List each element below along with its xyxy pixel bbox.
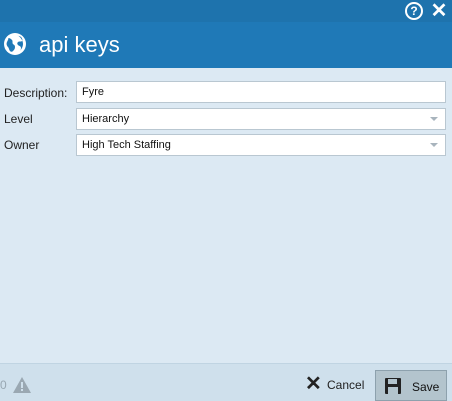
- form-area: Description: Level Hierarchy Owner High …: [0, 68, 452, 363]
- warning-triangle-icon[interactable]: [12, 376, 32, 394]
- description-label: Description:: [4, 86, 68, 100]
- level-select[interactable]: Hierarchy: [76, 108, 446, 130]
- owner-label: Owner: [4, 138, 40, 152]
- floppy-disk-icon: [385, 378, 401, 394]
- dialog-title: api keys: [39, 32, 120, 57]
- globe-icon: [4, 33, 26, 55]
- owner-select-value: High Tech Staffing: [82, 139, 171, 151]
- save-button[interactable]: Save: [375, 370, 447, 401]
- chevron-down-icon: [430, 117, 438, 121]
- close-icon[interactable]: ✕: [430, 1, 448, 21]
- warning-count: 0: [0, 378, 7, 392]
- owner-select[interactable]: High Tech Staffing: [76, 134, 446, 156]
- cancel-label: Cancel: [327, 378, 365, 392]
- dialog-footer: 0 ✕ Cancel Save: [0, 363, 452, 401]
- help-icon[interactable]: ?: [405, 2, 423, 20]
- level-select-value: Hierarchy: [82, 113, 130, 125]
- close-icon: ✕: [305, 373, 322, 395]
- chevron-down-icon: [430, 143, 438, 147]
- save-label: Save: [412, 380, 440, 394]
- dialog-header: api keys: [0, 22, 452, 68]
- window-titlebar: ? ✕: [0, 0, 452, 22]
- level-label: Level: [4, 112, 33, 126]
- description-input[interactable]: [76, 81, 446, 103]
